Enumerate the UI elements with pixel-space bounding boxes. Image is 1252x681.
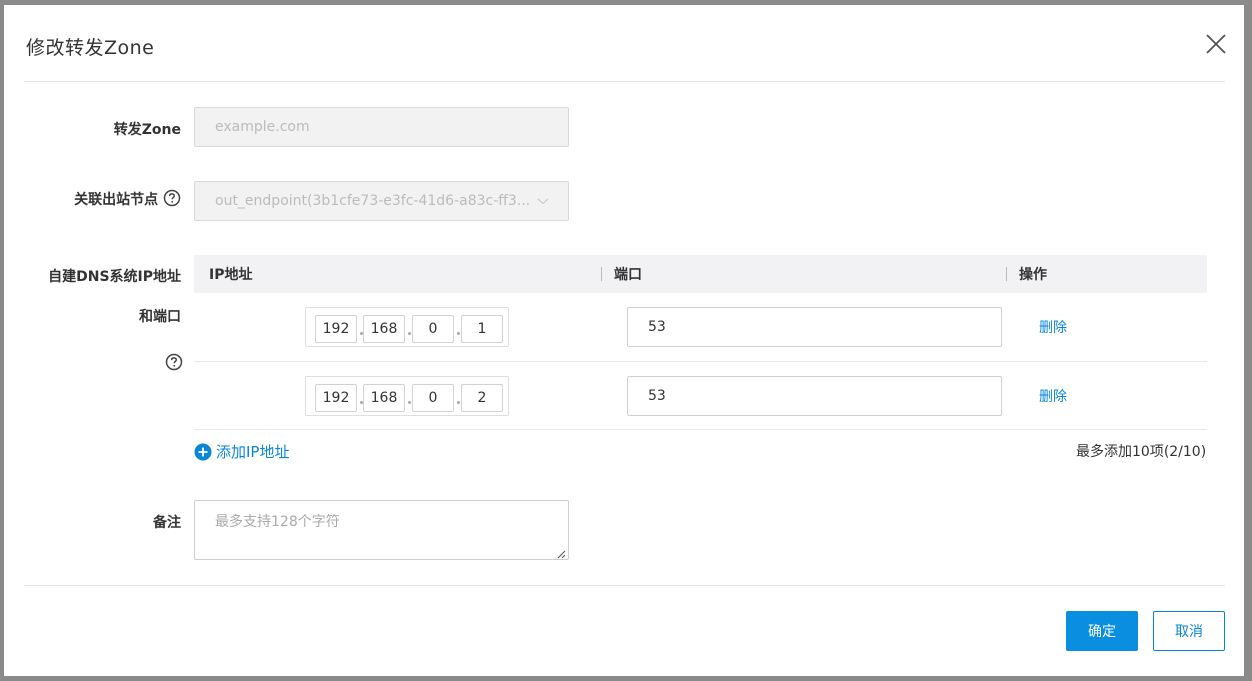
dialog-title: 修改转发Zone bbox=[26, 37, 155, 59]
ip-octet-3[interactable]: 0 bbox=[412, 384, 454, 412]
edit-forward-zone-dialog: 修改转发Zone 转发Zone example.com 关联出站节点 out_e… bbox=[4, 5, 1244, 676]
endpoint-label: 关联出站节点 bbox=[74, 192, 159, 208]
ip-octet-1[interactable]: 192 bbox=[315, 315, 357, 343]
dns-label-line2: 和端口 bbox=[139, 309, 181, 325]
ip-octet-1[interactable]: 192 bbox=[315, 384, 357, 412]
cancel-button[interactable]: 取消 bbox=[1153, 611, 1225, 651]
add-ip-label: 添加IP地址 bbox=[216, 443, 290, 461]
remark-label: 备注 bbox=[153, 515, 181, 531]
plus-circle-icon bbox=[194, 443, 212, 461]
ip-dot bbox=[457, 332, 460, 335]
endpoint-value: out_endpoint(3b1cfe73-e3fc-41d6-a83c-ff3… bbox=[215, 193, 531, 209]
remark-textarea[interactable]: 最多支持128个字符 bbox=[194, 500, 569, 560]
column-action: 操作 bbox=[1019, 267, 1047, 283]
chevron-down-icon bbox=[537, 195, 549, 211]
column-ip: IP地址 bbox=[209, 267, 253, 283]
ip-octet-4[interactable]: 1 bbox=[461, 315, 503, 343]
zone-placeholder: example.com bbox=[215, 119, 310, 135]
column-separator bbox=[601, 267, 602, 281]
port-input[interactable]: 53 bbox=[627, 307, 1002, 347]
ip-octet-4[interactable]: 2 bbox=[461, 384, 503, 412]
delete-row-button[interactable]: 删除 bbox=[1039, 317, 1067, 337]
zone-input[interactable]: example.com bbox=[194, 107, 569, 147]
footer-divider bbox=[24, 585, 1225, 586]
ip-dot bbox=[408, 401, 411, 404]
confirm-button[interactable]: 确定 bbox=[1066, 611, 1138, 651]
ip-address-input: 192 168 0 1 bbox=[305, 307, 509, 347]
ip-octet-3[interactable]: 0 bbox=[412, 315, 454, 343]
resize-handle-icon[interactable] bbox=[556, 547, 566, 559]
row-divider bbox=[194, 361, 1207, 362]
ip-dot bbox=[457, 401, 460, 404]
question-circle-icon[interactable] bbox=[163, 189, 181, 207]
delete-row-button[interactable]: 删除 bbox=[1039, 386, 1067, 406]
ip-limit-text: 最多添加10项(2/10) bbox=[1076, 444, 1207, 460]
remark-placeholder: 最多支持128个字符 bbox=[215, 514, 340, 530]
question-circle-icon[interactable] bbox=[165, 353, 183, 375]
endpoint-label-wrap: 关联出站节点 bbox=[4, 189, 181, 209]
zone-label: 转发Zone bbox=[113, 122, 181, 138]
header-divider bbox=[24, 81, 1225, 82]
dns-label-line1: 自建DNS系统IP地址 bbox=[48, 269, 181, 285]
row-divider bbox=[194, 429, 1207, 430]
ip-address-input: 192 168 0 2 bbox=[305, 376, 509, 416]
ip-octet-2[interactable]: 168 bbox=[363, 315, 405, 343]
ip-dot bbox=[408, 332, 411, 335]
column-separator bbox=[1006, 267, 1007, 281]
add-ip-button[interactable]: 添加IP地址 bbox=[194, 441, 289, 462]
ip-octet-2[interactable]: 168 bbox=[363, 384, 405, 412]
endpoint-select[interactable]: out_endpoint(3b1cfe73-e3fc-41d6-a83c-ff3… bbox=[194, 181, 569, 221]
port-input[interactable]: 53 bbox=[627, 376, 1002, 416]
column-port: 端口 bbox=[614, 267, 642, 283]
close-icon[interactable] bbox=[1204, 32, 1228, 56]
dns-table-header: IP地址 端口 操作 bbox=[194, 255, 1207, 293]
